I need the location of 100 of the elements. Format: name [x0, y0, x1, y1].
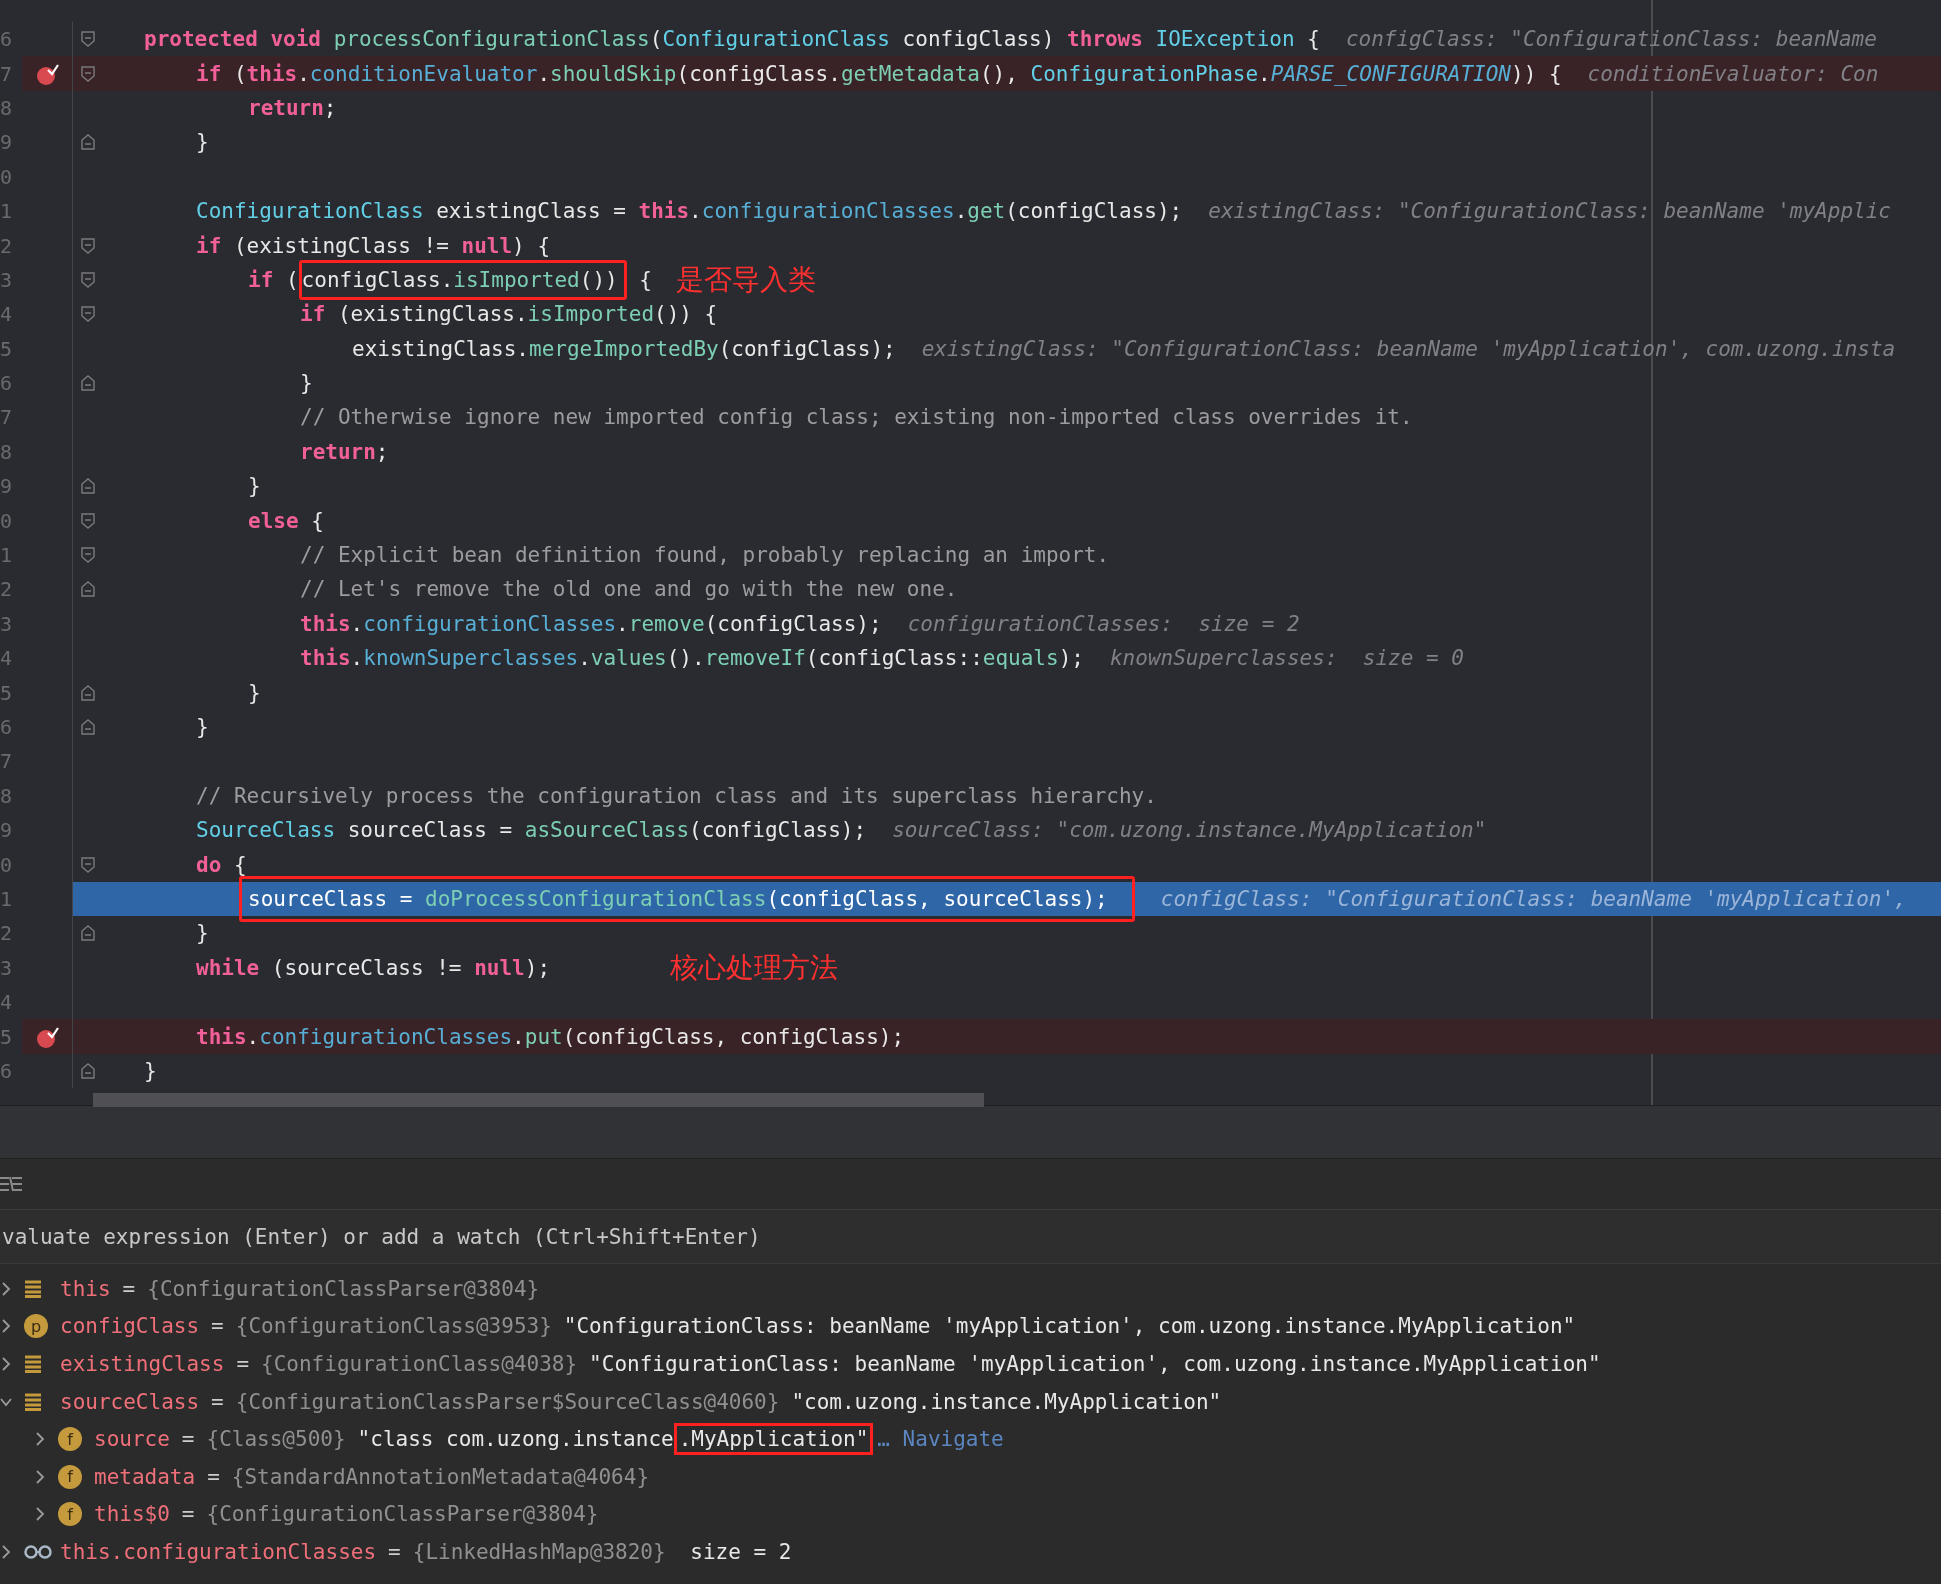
line-number: 0	[0, 164, 14, 189]
code-token: getMetadata	[840, 61, 980, 86]
variable-reference: {LinkedHashMap@3820}	[412, 1539, 666, 1564]
variable-reference: {ConfigurationClass@3953}	[235, 1314, 552, 1339]
line-number: 8	[0, 95, 14, 120]
code-token: isImported	[527, 302, 655, 327]
code-token: ;	[375, 439, 389, 464]
line-number: 7	[0, 405, 14, 430]
variable-reference: {ConfigurationClassParser@3804}	[147, 1276, 540, 1301]
code-token: this	[300, 646, 351, 671]
fold-icon[interactable]	[80, 547, 95, 564]
line-number: 1	[0, 199, 14, 224]
line-number: 3	[0, 955, 14, 980]
code-token: )) {	[1511, 61, 1562, 86]
code-token: while	[196, 955, 260, 980]
inline-value-hint: existingClass: "ConfigurationClass: beanName 'myApplic	[1208, 199, 1891, 224]
code-token: this	[300, 611, 351, 636]
code-token: ().	[666, 646, 705, 671]
code-token: .	[246, 1024, 260, 1049]
code-token: (configClass);	[689, 818, 867, 843]
code-token: ) {	[512, 233, 551, 258]
fold-icon[interactable]	[80, 306, 95, 323]
object-icon	[24, 1392, 42, 1411]
code-token: existingClass =	[435, 199, 627, 224]
variable-name: this$0	[94, 1502, 170, 1527]
code-token: shouldSkip	[550, 61, 677, 86]
fold-icon[interactable]	[80, 512, 95, 529]
code-token: PARSE_CONFIGURATION	[1270, 61, 1511, 86]
code-token: ;	[323, 95, 337, 120]
fold-icon[interactable]	[80, 65, 95, 82]
fold-icon[interactable]	[80, 478, 95, 495]
fold-icon[interactable]	[80, 925, 95, 942]
code-token: {	[638, 267, 652, 292]
horizontal-scrollbar[interactable]	[93, 1093, 984, 1108]
variable-name: this	[60, 1276, 111, 1301]
code-token: IOException	[1155, 27, 1295, 52]
fold-icon[interactable]	[80, 271, 95, 288]
fold-icon[interactable]	[80, 684, 95, 701]
line-number: 6	[0, 715, 14, 739]
code-token: .	[954, 199, 968, 224]
inline-value-hint: existingClass: "ConfigurationClass: beanName 'myApplication', com.uzong.insta	[921, 336, 1896, 361]
line-number: 1	[0, 886, 14, 911]
code-token: }	[196, 715, 209, 739]
code-token: }	[248, 680, 261, 705]
code-token: // Recursively process the configuration class and its superclass hierarchy.	[196, 783, 1157, 808]
variable-name: this.configurationClasses	[60, 1539, 377, 1564]
fold-icon[interactable]	[80, 134, 95, 151]
line-number: 6	[0, 27, 14, 52]
fold-icon[interactable]	[80, 856, 95, 873]
code-token: else	[248, 508, 299, 533]
equals-sign: =	[211, 1314, 224, 1339]
code-token: if	[196, 233, 222, 258]
code-token: (configClass::	[805, 646, 983, 671]
variable-reference: {StandardAnnotationMetadata@4064}	[231, 1464, 650, 1489]
glasses-icon	[24, 1543, 52, 1560]
line-number: 9	[0, 474, 14, 499]
code-token: }	[196, 921, 209, 946]
highlight-box: sourceClass = doProcessConfigurationClass(configClass, sourceClass);	[239, 875, 1135, 922]
highlight-box: .MyApplication"	[673, 1423, 874, 1456]
fold-icon[interactable]	[80, 237, 95, 254]
inline-value-hint: configClass: "ConfigurationClass: beanName	[1345, 27, 1877, 52]
variable-name: source	[94, 1427, 170, 1452]
fold-icon[interactable]	[80, 719, 95, 735]
code-token: this	[638, 199, 690, 224]
code-token: .	[297, 61, 310, 86]
code-token: // Explicit bean definition found, probably replacing an import.	[300, 543, 1110, 568]
line-number: 7	[0, 749, 14, 774]
code-token: (	[649, 27, 663, 52]
line-number: 4	[0, 990, 14, 1015]
code-token: return	[300, 439, 376, 464]
code-token: protected void	[144, 27, 322, 52]
inline-value-hint: sourceClass: "com.uzong.instance.MyApplication"	[892, 818, 1487, 843]
code-token: {	[1306, 27, 1320, 52]
line-number: 6	[0, 1058, 14, 1083]
code-token: ConfigurationPhase	[1030, 61, 1259, 86]
fold-icon[interactable]	[80, 1062, 95, 1079]
code-token: }	[248, 474, 261, 499]
fold-icon[interactable]	[80, 581, 95, 598]
line-number: 2	[0, 577, 14, 602]
line-number: 3	[0, 611, 14, 636]
variable-badge-icon: f	[58, 1464, 82, 1489]
variable-reference: {ConfigurationClass@4038}	[261, 1352, 578, 1376]
code-token: .	[578, 646, 591, 671]
variable-name: configClass	[60, 1314, 200, 1339]
line-number: 9	[0, 818, 14, 843]
inline-value-hint: configurationClasses: size = 2	[907, 611, 1300, 636]
line-number: 4	[0, 302, 14, 327]
variable-value: size = 2	[689, 1539, 792, 1564]
navigate-link[interactable]: … Navigate	[877, 1427, 1004, 1452]
code-token: values	[590, 646, 667, 671]
line-number: 7	[0, 61, 14, 86]
code-token: .	[512, 1024, 525, 1049]
fold-icon[interactable]	[80, 375, 95, 392]
highlight-box: configClass.isImported())	[298, 259, 627, 300]
fold-icon[interactable]	[80, 31, 95, 48]
code-token: .	[1258, 61, 1271, 86]
list-icon[interactable]	[0, 1175, 22, 1193]
code-token: {	[310, 508, 324, 533]
code-token: (	[232, 61, 247, 86]
variable-reference: {ConfigurationClassParser@3804}	[206, 1502, 599, 1527]
